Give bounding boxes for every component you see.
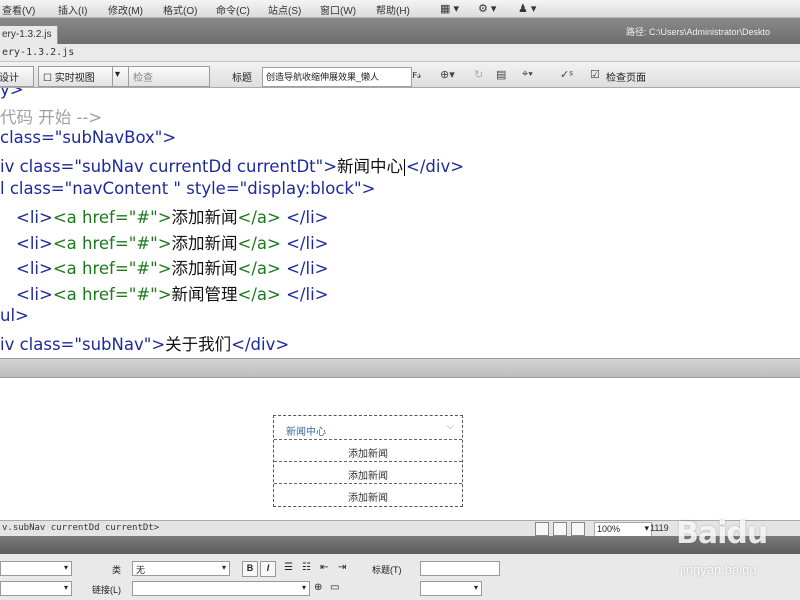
chevron-down-icon: ▾	[301, 583, 306, 592]
chevron-down-icon: ▾	[644, 523, 649, 533]
ordered-list-icon[interactable]: ☷	[302, 562, 311, 573]
visual-aids-icon[interactable]: ⌖▾	[522, 68, 533, 81]
text-cursor	[404, 159, 406, 176]
zoom-value: 100%	[597, 524, 621, 534]
inspect-button[interactable]: 检查	[128, 66, 210, 87]
validate-icon[interactable]: ✓ˢ	[560, 68, 573, 81]
indent-icon[interactable]: ⇥	[338, 562, 346, 573]
chevron-down-icon: ▾	[473, 583, 478, 592]
nav-title-text: 新闻中心	[337, 157, 404, 176]
point-to-file-icon[interactable]: ⊕	[314, 582, 322, 593]
zoom-tool-icon[interactable]	[571, 522, 585, 536]
browser-check-icon[interactable]: ꜰ𝓈	[412, 68, 421, 82]
menu-help[interactable]: 帮助(H)	[376, 2, 410, 17]
target-select[interactable]: ▾	[420, 581, 482, 596]
live-view-label: 实时视图	[54, 73, 95, 84]
document-toolbar: 设计 ☐ 实时视图 ▾ 检查 标题 创造导航收缩伸展效果_懒人 ꜰ𝓈 ⊕▾ ↻ …	[0, 62, 800, 88]
menu-commands[interactable]: 命令(C)	[216, 2, 250, 17]
italic-button[interactable]: I	[260, 561, 276, 577]
code-line-10: ul>	[0, 306, 29, 325]
check-page-button[interactable]: 检查页面	[606, 69, 646, 84]
hand-tool-icon[interactable]	[553, 522, 567, 536]
menu-view[interactable]: 查看(V)	[2, 2, 35, 17]
code-line-li-1: <li><a href="#">添加新闻</a> </li>	[16, 208, 329, 227]
select-tool-icon[interactable]	[535, 522, 549, 536]
properties-panel: ▾ ▾ 类 无 ▾ B I ☰ ☷ ⇤ ⇥ 标题(T) 链接(L) ▾ ⊕ ▭ …	[0, 554, 800, 600]
nav-item[interactable]: 添加新闻	[274, 440, 462, 462]
related-files-bar: ery-1.3.2.js	[0, 44, 800, 62]
sub-nav-box[interactable]: 新闻中心 ⌵ 添加新闻 添加新闻 添加新闻	[273, 415, 463, 507]
code-line-11: iv class="subNav">关于我们</div>	[0, 335, 290, 354]
menu-insert[interactable]: 插入(I)	[58, 2, 87, 17]
class-value: 无	[136, 565, 146, 575]
status-bar: v.subNav currentDd currentDt> 100% ▾ 111…	[0, 520, 800, 538]
menu-site[interactable]: 站点(S)	[268, 2, 301, 17]
code-line-2: 代码 开始 -->	[0, 108, 103, 127]
related-file[interactable]: ery-1.3.2.js	[2, 47, 74, 58]
code-view[interactable]: y> 代码 开始 --> class="subNavBox"> iv class…	[0, 88, 800, 358]
design-view[interactable]: 新闻中心 ⌵ 添加新闻 添加新闻 添加新闻	[0, 378, 800, 520]
view-splitter[interactable]	[0, 358, 800, 378]
nav-item[interactable]: 添加新闻	[274, 484, 462, 506]
bold-button[interactable]: B	[242, 561, 258, 577]
window-size[interactable]: 1119	[650, 523, 669, 533]
title-input[interactable]: 创造导航收缩伸展效果_懒人	[262, 67, 412, 87]
outdent-icon[interactable]: ⇤	[320, 562, 328, 573]
link-field[interactable]: ▾	[132, 581, 310, 596]
code-line-3: class="subNavBox">	[0, 128, 177, 147]
chevron-down-icon: ⌵	[446, 421, 454, 432]
menu-modify[interactable]: 修改(M)	[108, 2, 143, 17]
title-label: 标题	[232, 73, 252, 84]
code-line-4: iv class="subNav currentDd currentDt">新闻…	[0, 157, 465, 176]
menu-format[interactable]: 格式(O)	[163, 2, 197, 17]
title-field[interactable]	[420, 561, 500, 576]
file-path: 路径: C:\Users\Administrator\Deskto	[626, 27, 771, 37]
chevron-down-icon: ▾	[63, 583, 68, 592]
class-select[interactable]: 无 ▾	[132, 561, 230, 576]
title-label: 标题(T)	[372, 565, 402, 575]
chevron-down-icon: ▾	[221, 563, 226, 572]
code-line-li-4: <li><a href="#">新闻管理</a> </li>	[16, 285, 329, 304]
nav-item[interactable]: 添加新闻	[274, 462, 462, 484]
live-view-button[interactable]: ☐ 实时视图	[38, 66, 120, 87]
tag-selector[interactable]: v.subNav currentDd currentDt>	[2, 523, 159, 533]
link-label: 链接(L)	[92, 585, 121, 595]
menu-window[interactable]: 窗口(W)	[320, 2, 356, 17]
live-view-icon: ☐	[43, 73, 52, 84]
layout-icon[interactable]: ▦ ▾	[440, 2, 459, 15]
code-line-1: y>	[0, 88, 24, 99]
design-view-button[interactable]: 设计	[0, 66, 34, 87]
preview-icon[interactable]: ⊕▾	[440, 68, 455, 81]
check-page-icon[interactable]: ☑	[590, 68, 600, 81]
properties-header	[0, 536, 800, 554]
document-title-bar: ery-1.3.2.js 路径: C:\Users\Administrator\…	[0, 18, 800, 47]
unordered-list-icon[interactable]: ☰	[284, 562, 293, 573]
code-line-5: l class="navContent " style="display:blo…	[0, 179, 376, 198]
code-line-li-2: <li><a href="#">添加新闻</a> </li>	[16, 234, 329, 253]
refresh-icon[interactable]: ↻	[474, 68, 483, 81]
class-label: 类	[112, 565, 122, 575]
format-select[interactable]: ▾	[0, 561, 72, 576]
chevron-down-icon: ▾	[63, 563, 68, 572]
nav-header-label: 新闻中心	[286, 427, 326, 438]
view-options-icon[interactable]: ▤	[496, 68, 506, 81]
user-icon[interactable]: ♟ ▾	[518, 2, 536, 15]
menu-bar: 查看(V) 插入(I) 修改(M) 格式(O) 命令(C) 站点(S) 窗口(W…	[0, 0, 800, 18]
code-line-li-3: <li><a href="#">添加新闻</a> </li>	[16, 259, 329, 278]
browse-folder-icon[interactable]: ▭	[330, 582, 339, 593]
gear-icon[interactable]: ⚙ ▾	[478, 2, 496, 15]
id-select[interactable]: ▾	[0, 581, 72, 596]
nav-header[interactable]: 新闻中心 ⌵	[274, 416, 462, 440]
